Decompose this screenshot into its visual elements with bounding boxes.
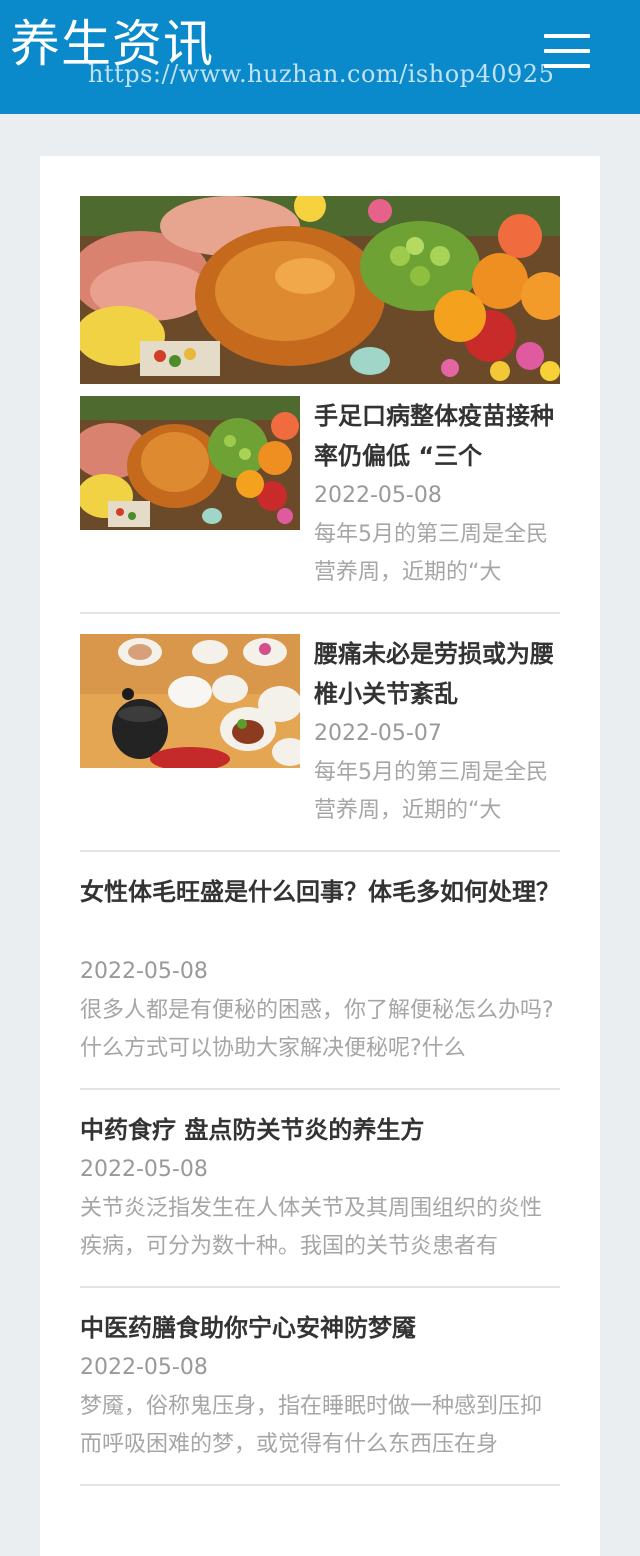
- divider: [80, 850, 560, 852]
- news-list-card: 手足口病整体疫苗接种率仍偏低 “三个 2022-05-08 每年5月的第三周是全…: [40, 156, 600, 1556]
- article-thumbnail[interactable]: [80, 634, 300, 768]
- article-title[interactable]: 腰痛未必是劳损或为腰椎小关节紊乱: [314, 634, 560, 714]
- article-summary: 梦魇，俗称鬼压身，指在睡眠时做一种感到压抑而呼吸困难的梦，或觉得有什么东西压在身: [80, 1394, 543, 1457]
- divider: [80, 1286, 560, 1288]
- watermark-text: https://www.huzhan.com/ishop40925: [88, 60, 555, 88]
- top-header: 养生资讯 https://www.huzhan.com/ishop40925: [0, 0, 640, 114]
- article-text: 手足口病整体疫苗接种率仍偏低 “三个 2022-05-08 每年5月的第三周是全…: [314, 396, 560, 592]
- article-summary: 每年5月的第三周是全民营养周，近期的“大: [314, 760, 548, 823]
- banner-image[interactable]: [80, 196, 560, 384]
- article-item[interactable]: 腰痛未必是劳损或为腰椎小关节紊乱 2022-05-07 每年5月的第三周是全民营…: [80, 634, 560, 852]
- article-text: 腰痛未必是劳损或为腰椎小关节紊乱 2022-05-07 每年5月的第三周是全民营…: [314, 634, 560, 830]
- article-item[interactable]: 中医药膳食助你宁心安神防梦魇 2022-05-08 梦魇，俗称鬼压身，指在睡眠时…: [80, 1308, 560, 1464]
- article-thumbnail[interactable]: [80, 396, 300, 530]
- article-title[interactable]: 女性体毛旺盛是什么回事？体毛多如何处理？: [80, 872, 560, 952]
- article-title[interactable]: 中药食疗 盘点防关节炎的养生方: [80, 1110, 560, 1150]
- article-summary: 关节炎泛指发生在人体关节及其周围组织的炎性疾病，可分为数十种。我国的关节炎患者有: [80, 1196, 543, 1259]
- article-item[interactable]: 女性体毛旺盛是什么回事？体毛多如何处理？ 2022-05-08 很多人都是有便秘…: [80, 872, 560, 1068]
- article-summary: 很多人都是有便秘的困惑，你了解便秘怎么办吗?什么方式可以协助大家解决便秘呢?什么: [80, 998, 554, 1061]
- article-title[interactable]: 手足口病整体疫苗接种率仍偏低 “三个: [314, 396, 560, 476]
- hamburger-menu-icon[interactable]: [536, 30, 596, 76]
- article-summary: 每年5月的第三周是全民营养周，近期的“大: [314, 522, 548, 585]
- divider: [80, 1088, 560, 1090]
- article-item[interactable]: 手足口病整体疫苗接种率仍偏低 “三个 2022-05-08 每年5月的第三周是全…: [80, 396, 560, 614]
- article-item[interactable]: 中药食疗 盘点防关节炎的养生方 2022-05-08 关节炎泛指发生在人体关节及…: [80, 1110, 560, 1266]
- divider: [80, 612, 560, 614]
- divider: [80, 1484, 560, 1486]
- article-date: 2022-05-07: [314, 721, 442, 746]
- article-date: 2022-05-08: [80, 959, 208, 984]
- article-date: 2022-05-08: [80, 1157, 208, 1182]
- article-date: 2022-05-08: [80, 1355, 208, 1380]
- article-title[interactable]: 中医药膳食助你宁心安神防梦魇: [80, 1308, 560, 1348]
- article-date: 2022-05-08: [314, 483, 442, 508]
